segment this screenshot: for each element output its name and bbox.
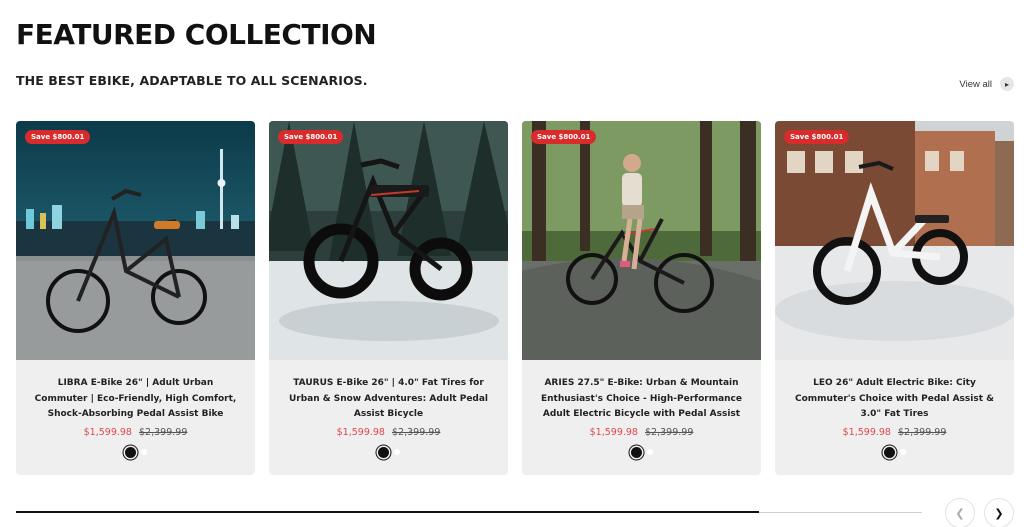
sale-price: $1,599.98 bbox=[589, 426, 638, 438]
save-badge: Save $800.01 bbox=[784, 130, 850, 144]
view-all-label: View all bbox=[959, 78, 992, 90]
product-card[interactable]: Save $800.01 LEO 26" Adult Electric Bike… bbox=[775, 121, 1014, 475]
product-title[interactable]: TAURUS E-Bike 26" | 4.0" Fat Tires for U… bbox=[283, 376, 494, 423]
save-badge: Save $800.01 bbox=[531, 130, 597, 144]
color-swatch-black[interactable] bbox=[883, 446, 895, 458]
chevron-right-icon: ▸ bbox=[1000, 77, 1014, 91]
product-title[interactable]: LIBRA E-Bike 26" | Adult Urban Commuter … bbox=[30, 376, 241, 423]
product-photo bbox=[16, 121, 255, 360]
carousel-scrollbar-thumb[interactable] bbox=[16, 511, 759, 513]
product-image[interactable]: Save $800.01 bbox=[269, 121, 508, 360]
product-image[interactable]: Save $800.01 bbox=[775, 121, 1014, 360]
product-carousel: Save $800.01 LIBRA E-Bike 26" | Adult Ur… bbox=[16, 121, 1014, 475]
product-photo bbox=[269, 121, 508, 360]
product-card[interactable]: Save $800.01 ARIES 27.5" E-Bike: Urban &… bbox=[522, 121, 761, 475]
section-subtitle: THE BEST EBIKE, ADAPTABLE TO ALL SCENARI… bbox=[16, 73, 368, 88]
chevron-right-icon: ❯ bbox=[994, 506, 1004, 520]
section-title: FEATURED COLLECTION bbox=[16, 18, 377, 51]
product-title[interactable]: LEO 26" Adult Electric Bike: City Commut… bbox=[789, 376, 1000, 423]
product-photo bbox=[775, 121, 1014, 360]
sale-price: $1,599.98 bbox=[83, 426, 132, 438]
carousel-next-button[interactable]: ❯ bbox=[984, 498, 1014, 527]
color-swatch-white[interactable] bbox=[393, 449, 400, 455]
carousel-prev-button[interactable]: ❮ bbox=[945, 498, 975, 527]
color-swatch-white[interactable] bbox=[140, 449, 147, 455]
compare-price: $2,399.99 bbox=[139, 426, 188, 438]
product-title[interactable]: ARIES 27.5" E-Bike: Urban & Mountain Ent… bbox=[536, 376, 747, 423]
sale-price: $1,599.98 bbox=[336, 426, 385, 438]
view-all-link[interactable]: View all ▸ bbox=[959, 77, 1014, 91]
color-swatch-black[interactable] bbox=[377, 446, 389, 458]
product-card[interactable]: Save $800.01 LIBRA E-Bike 26" | Adult Ur… bbox=[16, 121, 255, 475]
save-badge: Save $800.01 bbox=[25, 130, 91, 144]
chevron-left-icon: ❮ bbox=[955, 506, 965, 520]
compare-price: $2,399.99 bbox=[392, 426, 441, 438]
sale-price: $1,599.98 bbox=[842, 426, 891, 438]
product-card[interactable]: Save $800.01 TAURUS E-Bike 26" | 4.0" Fa… bbox=[269, 121, 508, 475]
compare-price: $2,399.99 bbox=[898, 426, 947, 438]
color-swatch-black[interactable] bbox=[124, 446, 136, 458]
save-badge: Save $800.01 bbox=[278, 130, 344, 144]
product-photo bbox=[522, 121, 761, 360]
compare-price: $2,399.99 bbox=[645, 426, 694, 438]
product-image[interactable]: Save $800.01 bbox=[16, 121, 255, 360]
color-swatch-black[interactable] bbox=[630, 446, 642, 458]
color-swatch-white[interactable] bbox=[646, 449, 653, 455]
product-image[interactable]: Save $800.01 bbox=[522, 121, 761, 360]
color-swatch-white[interactable] bbox=[899, 449, 906, 455]
